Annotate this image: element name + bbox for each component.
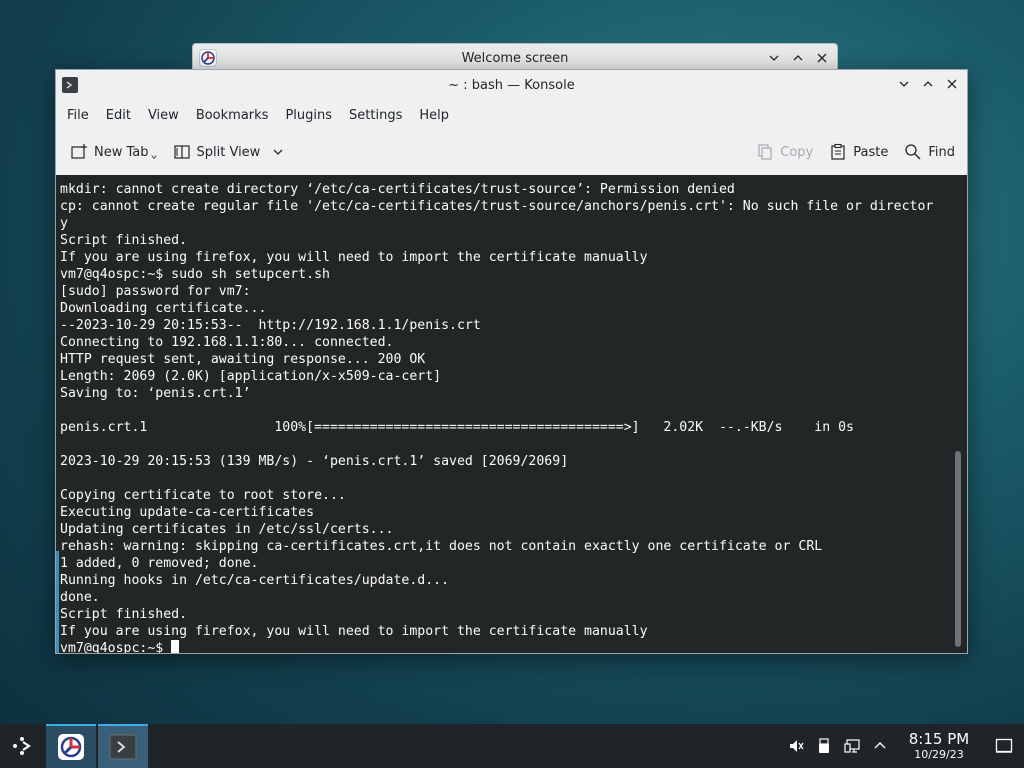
terminal-cursor bbox=[171, 640, 180, 653]
maximize-icon[interactable] bbox=[919, 75, 937, 93]
new-tab-button[interactable]: New Tab bbox=[64, 139, 163, 165]
taskbar: 8:15 PM 10/29/23 bbox=[0, 724, 1024, 768]
clock-time: 8:15 PM bbox=[908, 730, 970, 748]
removable-device-icon[interactable] bbox=[810, 724, 838, 768]
konsole-titlebar[interactable]: ~ : bash — Konsole bbox=[56, 70, 967, 100]
toolbar: New Tab Split View Copy Paste Find bbox=[56, 130, 967, 174]
konsole-app-icon bbox=[109, 734, 137, 760]
split-view-button[interactable]: Split View bbox=[167, 139, 291, 165]
welcome-app-icon bbox=[199, 49, 217, 67]
terminal-line: mkdir: cannot create directory ‘/etc/ca-… bbox=[60, 182, 735, 197]
show-desktop-icon bbox=[995, 738, 1013, 753]
terminal-line: Copying certificate to root store... bbox=[60, 488, 346, 503]
terminal-line: Saving to: ‘penis.crt.1’ bbox=[60, 386, 251, 401]
konsole-window[interactable]: ~ : bash — Konsole File Edit View Bookma… bbox=[55, 69, 968, 654]
maximize-icon[interactable] bbox=[789, 49, 807, 67]
terminal-line: Length: 2069 (2.0K) [application/x-x509-… bbox=[60, 369, 442, 384]
terminal-line: 2023-10-29 20:15:53 (139 MB/s) - ‘penis.… bbox=[60, 454, 569, 469]
terminal-line: cp: cannot create regular file '/etc/ca-… bbox=[60, 199, 934, 214]
terminal-scrollbar[interactable] bbox=[955, 181, 963, 647]
terminal-line: 1 added, 0 removed; done. bbox=[60, 556, 259, 571]
taskbar-konsole[interactable] bbox=[98, 724, 148, 768]
menu-view[interactable]: View bbox=[141, 104, 186, 127]
launcher-icon bbox=[13, 737, 31, 755]
terminal-line: rehash: warning: skipping ca-certificate… bbox=[60, 539, 823, 554]
close-icon[interactable] bbox=[943, 75, 961, 93]
menu-settings[interactable]: Settings bbox=[342, 104, 409, 127]
welcome-screen-titlebar[interactable]: Welcome screen bbox=[193, 44, 837, 72]
terminal-line: Connecting to 192.168.1.1:80... connecte… bbox=[60, 335, 394, 350]
terminal-line: Script finished. bbox=[60, 607, 188, 622]
paste-label: Paste bbox=[853, 144, 889, 160]
terminal-line: penis.crt.1 100%[=======================… bbox=[60, 420, 854, 435]
welcome-screen-title: Welcome screen bbox=[461, 50, 569, 66]
terminal-line: Running hooks in /etc/ca-certificates/up… bbox=[60, 573, 450, 588]
terminal-line: If you are using firefox, you will need … bbox=[60, 624, 648, 639]
clock-date: 10/29/23 bbox=[914, 748, 964, 761]
new-tab-icon bbox=[71, 144, 87, 159]
split-view-label: Split View bbox=[196, 144, 261, 160]
split-view-icon bbox=[173, 145, 190, 159]
copy-button[interactable]: Copy bbox=[750, 139, 819, 165]
dropdown-arrow-icon bbox=[150, 155, 157, 160]
menubar: File Edit View Bookmarks Plugins Setting… bbox=[56, 100, 967, 130]
terminal-prompt: vm7@q4ospc:~$ bbox=[60, 641, 172, 653]
menu-edit[interactable]: Edit bbox=[99, 104, 138, 127]
terminal-line: Downloading certificate... bbox=[60, 301, 267, 316]
new-tab-label: New Tab bbox=[94, 144, 149, 160]
welcome-app-icon bbox=[58, 734, 84, 760]
terminal-line: Script finished. bbox=[60, 233, 188, 248]
clock[interactable]: 8:15 PM 10/29/23 bbox=[900, 730, 978, 762]
minimize-icon[interactable] bbox=[895, 75, 913, 93]
find-label: Find bbox=[928, 144, 955, 160]
find-button[interactable]: Find bbox=[898, 139, 961, 165]
konsole-app-icon bbox=[62, 77, 78, 93]
volume-muted-icon[interactable] bbox=[782, 724, 810, 768]
terminal-output: mkdir: cannot create directory ‘/etc/ca-… bbox=[60, 181, 950, 653]
copy-icon bbox=[758, 144, 772, 160]
search-icon bbox=[905, 144, 921, 160]
scrollbar-thumb[interactable] bbox=[955, 451, 961, 647]
terminal-line: y bbox=[60, 216, 68, 231]
terminal-area[interactable]: mkdir: cannot create directory ‘/etc/ca-… bbox=[56, 175, 967, 653]
terminal-line: --2023-10-29 20:15:53-- http://192.168.1… bbox=[60, 318, 481, 333]
terminal-prompt-line: vm7@q4ospc:~$ bbox=[60, 640, 950, 653]
copy-label: Copy bbox=[780, 144, 814, 160]
close-icon[interactable] bbox=[813, 49, 831, 67]
network-icon[interactable] bbox=[838, 724, 866, 768]
system-tray: 8:15 PM 10/29/23 bbox=[782, 724, 1024, 768]
terminal-line: vm7@q4ospc:~$ sudo sh setupcert.sh bbox=[60, 267, 330, 282]
terminal-line: HTTP request sent, awaiting response... … bbox=[60, 352, 426, 367]
taskbar-welcome-screen[interactable] bbox=[46, 724, 96, 768]
chevron-down-icon bbox=[273, 149, 283, 155]
terminal-line: Updating certificates in /etc/ssl/certs.… bbox=[60, 522, 394, 537]
window-title: ~ : bash — Konsole bbox=[448, 77, 575, 93]
paste-button[interactable]: Paste bbox=[823, 139, 894, 165]
menu-file[interactable]: File bbox=[60, 104, 96, 127]
paste-icon bbox=[831, 143, 845, 160]
menu-plugins[interactable]: Plugins bbox=[278, 104, 339, 127]
terminal-line: [sudo] password for vm7: bbox=[60, 284, 251, 299]
show-desktop-button[interactable] bbox=[984, 724, 1024, 768]
terminal-line: done. bbox=[60, 590, 100, 605]
app-launcher-button[interactable] bbox=[0, 724, 44, 768]
chevron-up-icon[interactable] bbox=[866, 724, 894, 768]
menu-help[interactable]: Help bbox=[412, 104, 456, 127]
terminal-line: Executing update-ca-certificates bbox=[60, 505, 315, 520]
minimize-icon[interactable] bbox=[765, 49, 783, 67]
scrollback-marker bbox=[56, 551, 59, 653]
desktop: Welcome screen ~ : bash — Konsole File E… bbox=[0, 0, 1024, 768]
terminal-line: If you are using firefox, you will need … bbox=[60, 250, 648, 265]
menu-bookmarks[interactable]: Bookmarks bbox=[189, 104, 276, 127]
